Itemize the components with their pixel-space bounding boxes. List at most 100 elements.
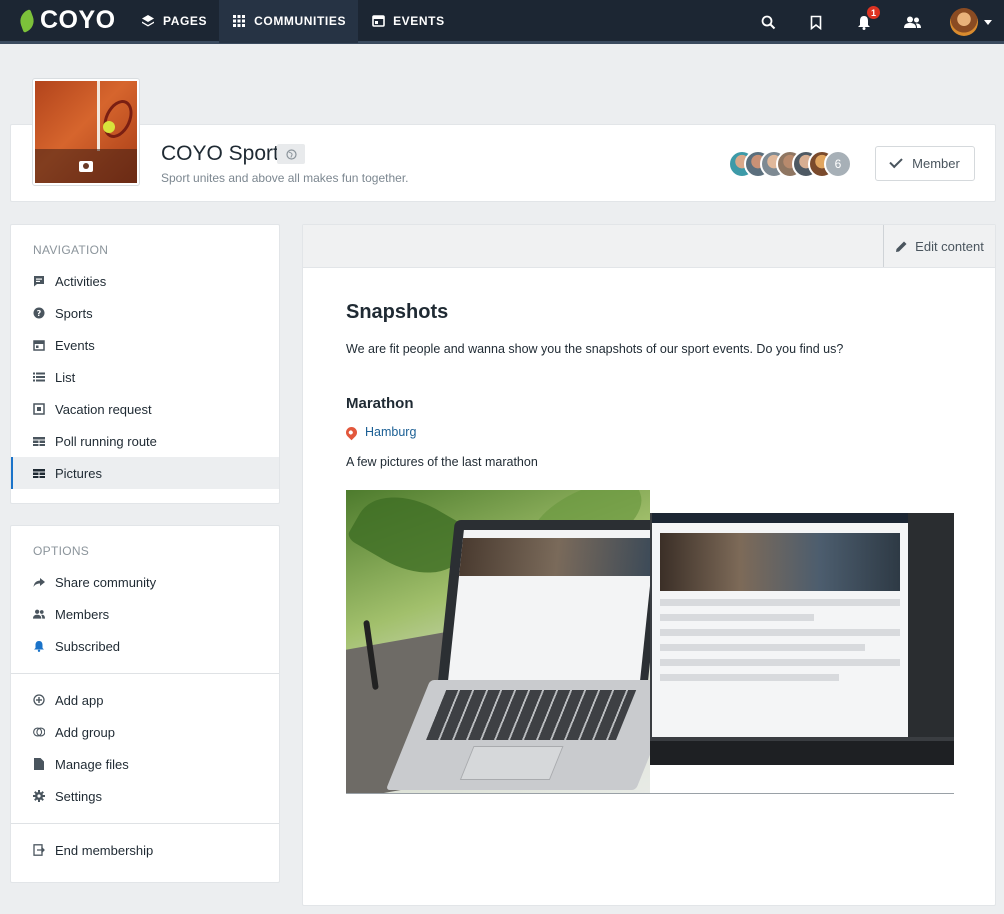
nav-item-label: Activities	[55, 273, 107, 289]
location-label: Hamburg	[365, 425, 417, 439]
nav-item-label: List	[55, 369, 76, 385]
nav-item-vacation-request[interactable]: Vacation request	[11, 393, 279, 425]
nav-item-label: Vacation request	[55, 401, 152, 417]
options-heading: OPTIONS	[33, 544, 90, 558]
change-avatar-overlay[interactable]	[35, 149, 137, 183]
nav-tab-events[interactable]: EVENTS	[358, 0, 457, 43]
leaf-icon	[17, 8, 37, 33]
check-icon	[889, 154, 903, 169]
bookmarks-button[interactable]	[792, 0, 840, 44]
gear-icon	[33, 790, 45, 802]
member-avatars[interactable]: 6	[728, 150, 852, 178]
nav-item-list[interactable]: List	[11, 361, 279, 393]
option-members[interactable]: Members	[11, 598, 279, 630]
community-title: COYO Sport	[161, 142, 279, 165]
nav-item-activities[interactable]: Activities	[11, 265, 279, 297]
navigation-panel: NAVIGATION Activities ? Sports Events Li…	[10, 224, 280, 504]
option-subscribed[interactable]: Subscribed	[11, 630, 279, 662]
add-group-icon	[33, 726, 45, 738]
nav-tab-pages[interactable]: PAGES	[128, 0, 219, 43]
globe-icon	[285, 148, 297, 160]
event-description: A few pictures of the last marathon	[346, 455, 538, 469]
page-title: Snapshots	[346, 301, 449, 323]
members-icon	[33, 608, 45, 620]
help-circle-icon: ?	[33, 307, 45, 319]
search-icon	[761, 15, 775, 29]
chevron-down-icon[interactable]	[984, 19, 992, 25]
navigation-heading: NAVIGATION	[33, 243, 109, 257]
member-button[interactable]: Member	[875, 146, 975, 181]
coyo-logo[interactable]: COYO	[17, 0, 128, 43]
logo-text: COYO	[40, 6, 116, 34]
edit-content-button[interactable]: Edit content	[883, 225, 995, 267]
gallery-image[interactable]	[346, 490, 650, 794]
option-label: Manage files	[55, 756, 129, 772]
nav-tab-label: COMMUNITIES	[254, 13, 347, 28]
nav-item-label: Poll running route	[55, 433, 157, 449]
plus-circle-icon	[33, 694, 45, 706]
search-button[interactable]	[744, 0, 792, 44]
nav-item-poll-running-route[interactable]: Poll running route	[11, 425, 279, 457]
chat-icon	[33, 275, 45, 287]
event-location[interactable]: Hamburg	[343, 424, 417, 440]
community-avatar-image	[35, 81, 137, 183]
option-settings[interactable]: Settings	[11, 780, 279, 812]
option-label: Add app	[55, 692, 104, 708]
community-description: Sport unites and above all makes fun tog…	[161, 171, 409, 185]
bell-icon	[33, 640, 45, 652]
bookmark-icon	[810, 15, 822, 30]
notifications-button[interactable]: 1	[840, 0, 888, 44]
list-icon	[33, 371, 45, 383]
pencil-icon	[896, 241, 907, 252]
location-pin-icon	[343, 424, 360, 440]
option-label: Settings	[55, 788, 102, 804]
edit-content-label: Edit content	[915, 238, 984, 254]
option-label: Subscribed	[55, 638, 121, 654]
nav-item-label: Pictures	[55, 465, 102, 481]
form-icon	[33, 403, 45, 415]
option-label: Members	[55, 606, 110, 622]
option-label: End membership	[55, 842, 154, 858]
notification-badge: 1	[866, 5, 881, 20]
colleagues-button[interactable]	[888, 0, 936, 44]
nav-item-label: Events	[55, 337, 95, 353]
community-avatar[interactable]	[32, 78, 140, 186]
file-icon	[33, 758, 45, 770]
nav-tab-communities[interactable]: COMMUNITIES	[219, 0, 359, 43]
nav-item-pictures[interactable]: Pictures	[11, 457, 279, 489]
table-icon	[33, 435, 45, 447]
option-add-app[interactable]: Add app	[11, 684, 279, 716]
exit-icon	[33, 844, 45, 856]
option-label: Share community	[55, 574, 157, 590]
content-panel: Edit content Snapshots We are fit people…	[302, 224, 996, 906]
nav-item-sports[interactable]: ? Sports	[11, 297, 279, 329]
public-visibility-badge	[277, 144, 305, 164]
option-end-membership[interactable]: End membership	[11, 834, 279, 866]
people-icon	[903, 16, 921, 28]
share-icon	[33, 576, 45, 588]
option-add-group[interactable]: Add group	[11, 716, 279, 748]
calendar-icon	[370, 13, 386, 29]
svg-text:?: ?	[37, 309, 42, 318]
nav-tab-label: EVENTS	[393, 13, 445, 28]
nav-item-events[interactable]: Events	[11, 329, 279, 361]
member-count: 6	[824, 150, 852, 178]
content-toolbar: Edit content	[303, 225, 995, 268]
user-avatar[interactable]	[950, 8, 978, 36]
event-title: Marathon	[346, 395, 414, 412]
gallery-image[interactable]	[650, 513, 954, 765]
nav-tab-label: PAGES	[163, 13, 208, 28]
option-manage-files[interactable]: Manage files	[11, 748, 279, 780]
intro-text: We are fit people and wanna show you the…	[346, 342, 844, 356]
nav-item-label: Sports	[55, 305, 93, 321]
option-share-community[interactable]: Share community	[11, 566, 279, 598]
top-actions: 1	[744, 0, 1004, 44]
calendar-icon	[33, 339, 45, 351]
options-panel: OPTIONS Share community Members Subscrib…	[10, 525, 280, 883]
table-icon	[33, 467, 45, 479]
gallery-divider	[346, 793, 954, 794]
top-navigation-bar: COYO PAGES COMMUNITIES EVENTS 1	[0, 0, 1004, 44]
camera-icon	[79, 160, 93, 172]
layers-icon	[140, 13, 156, 29]
grid-icon	[231, 13, 247, 29]
